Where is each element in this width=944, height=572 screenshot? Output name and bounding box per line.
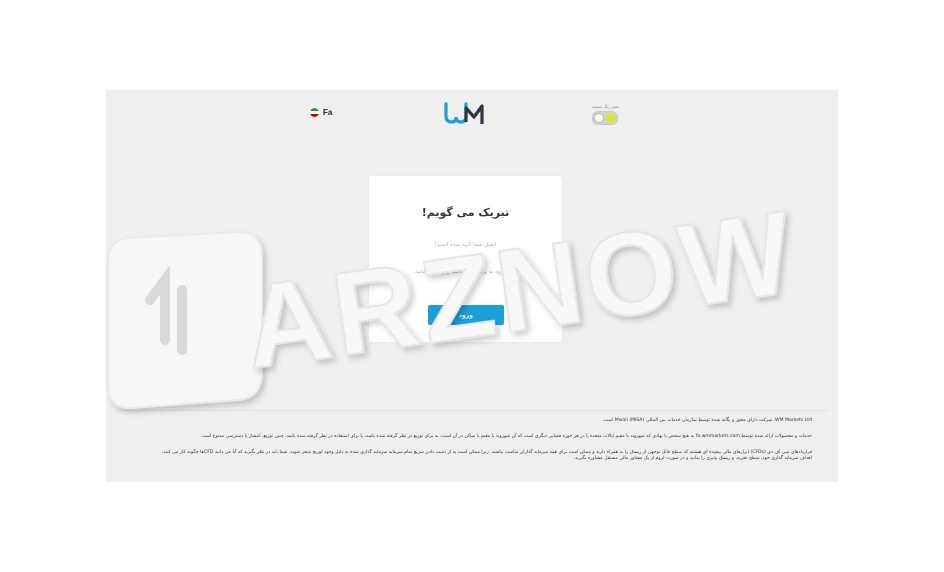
toggle-moon-icon [594,113,605,123]
card-title: تبریک می گویم! [421,206,510,219]
card-message-2: برای ورود به پرتال روی دکمه زیر کلیک نما… [413,269,518,275]
page-panel: Fa تغییر رنگ صفحه تبریک می گویم! ایمیل ش… [106,90,838,482]
footer-license: WM Markets Ltd، شرکت دارای مجوز و یگانه … [602,418,812,423]
footer-risk-advice: اهداف سرمایه گذاری خود، سطح تجربه، و ریس… [573,456,812,461]
theme-toggle-wrap: تغییر رنگ صفحه [592,104,619,125]
card-message-1: ایمیل شما تأیید شده است! [434,242,497,248]
language-label: Fa [323,108,333,117]
login-button[interactable]: ورود [428,305,504,325]
language-selector[interactable]: Fa [310,108,332,117]
toggle-sun-icon [606,113,617,123]
footer-divider [116,410,828,411]
iran-flag-icon [310,108,319,117]
wm-logo [444,102,484,124]
theme-toggle-label: تغییر رنگ صفحه [592,104,619,109]
theme-toggle[interactable] [592,111,619,125]
success-card: تبریک می گویم! ایمیل شما تأیید شده است! … [369,176,562,342]
footer-restriction: خدمات و محصولات ارائه شده توسط fa.wmmark… [200,434,812,439]
